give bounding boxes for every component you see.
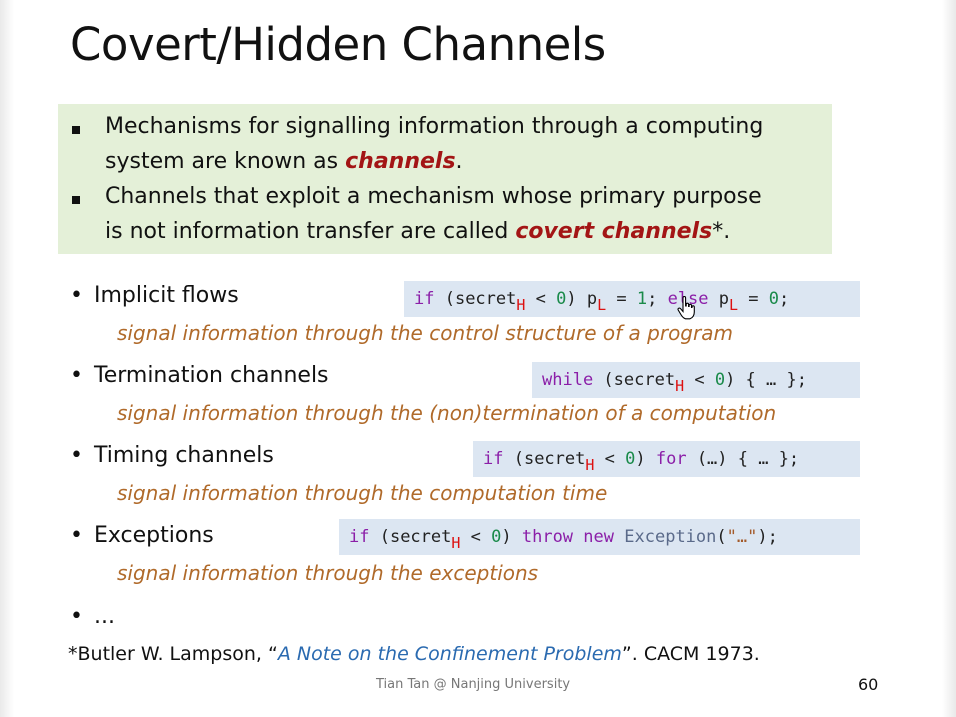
definition-line: Channels that exploit a mechanism whose …: [105, 184, 762, 209]
code-snippet-termination: while (secretH < 0) { … };: [532, 362, 860, 398]
footnote-author: Butler W. Lampson, “: [77, 643, 278, 665]
item-title: Termination channels: [94, 363, 329, 388]
item-title: Implicit flows: [94, 283, 239, 308]
footnote-rest: ”. CACM 1973.: [621, 643, 760, 665]
square-bullet-icon: [72, 126, 80, 134]
item-description: signal information through the control s…: [117, 321, 733, 345]
footnote-paper-title: A Note on the Confinement Problem: [277, 643, 622, 665]
emphasis-covert-channels: covert channels: [515, 219, 713, 244]
text-span: is not information transfer are called: [105, 219, 516, 244]
square-bullet-icon: [72, 196, 80, 204]
code-snippet-exceptions: if (secretH < 0) throw new Exception("…"…: [339, 519, 860, 555]
footnote-marker: *: [68, 643, 78, 665]
bullet: •: [70, 604, 83, 629]
code-snippet-timing: if (secretH < 0) for (…) { … };: [473, 441, 860, 477]
page-number: 60: [858, 675, 879, 694]
item-description: signal information through the exception…: [117, 561, 539, 585]
definition-line: is not information transfer are called c…: [105, 219, 730, 244]
definition-line: system are known as channels.: [105, 149, 463, 174]
item-description: signal information through the (non)term…: [117, 401, 777, 425]
text-span: system are known as: [105, 149, 346, 174]
code-snippet-implicit-flows: if (secretH < 0) pL = 1; else pL = 0;: [404, 281, 860, 317]
item-title: Exceptions: [94, 523, 214, 548]
text-span: .: [455, 149, 463, 174]
slide-title: Covert/Hidden Channels: [70, 18, 606, 71]
emphasis-channels: channels: [345, 149, 456, 174]
definition-line: Mechanisms for signalling information th…: [105, 114, 764, 139]
item-title: ...: [94, 604, 115, 629]
definition-box: Mechanisms for signalling information th…: [58, 104, 832, 254]
hand-cursor-icon: [677, 296, 695, 320]
bullet: •: [70, 363, 83, 388]
text-span: *.: [712, 219, 731, 244]
item-title: Timing channels: [94, 443, 274, 468]
slide-footer: Tian Tan @ Nanjing University: [376, 677, 571, 692]
bullet: •: [70, 283, 83, 308]
footnote-citation: *Butler W. Lampson, “A Note on the Confi…: [68, 643, 760, 665]
bullet: •: [70, 523, 83, 548]
item-description: signal information through the computati…: [117, 481, 608, 505]
right-edge-shadow: [942, 0, 956, 717]
bullet: •: [70, 443, 83, 468]
left-edge-shadow: [0, 0, 14, 717]
